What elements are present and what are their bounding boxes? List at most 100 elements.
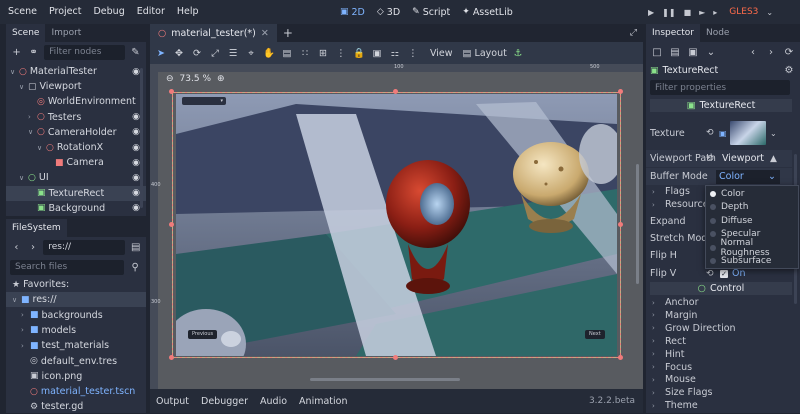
group-flags[interactable]: › Flags	[652, 185, 690, 198]
visibility-icon[interactable]: ◉	[132, 158, 140, 168]
revert-icon[interactable]: ⟲	[706, 128, 714, 138]
tab-audio[interactable]: Audio	[254, 396, 293, 407]
tree-node[interactable]: ∨ ○ CameraHolder ◉	[6, 125, 146, 140]
distraction-free-icon[interactable]: ⤢	[630, 28, 637, 38]
resize-handle[interactable]	[393, 355, 398, 360]
buffer-mode-select[interactable]: Color ⌄	[716, 169, 780, 184]
expand-arrow-icon[interactable]: ∨	[28, 128, 37, 136]
link-icon[interactable]: ⚭	[27, 45, 40, 59]
tab-scene[interactable]: Scene	[6, 24, 46, 42]
tree-node[interactable]: ∨ ○ UI ◉	[6, 170, 146, 185]
group-resource[interactable]: › Resource	[652, 198, 709, 211]
tree-node[interactable]: ∨ ○ RotationX ◉	[6, 140, 146, 155]
workspace-script[interactable]: ✎ Script	[406, 7, 456, 18]
renderer-select[interactable]: GLES3	[729, 7, 758, 17]
group-grow-direction[interactable]: › Grow Direction	[652, 322, 736, 335]
file-item[interactable]: ○ material_tester.tscn	[6, 384, 146, 399]
rotate-tool-icon[interactable]: ⟳	[190, 48, 204, 59]
tree-node[interactable]: ∨ ▢ Viewport	[6, 79, 146, 94]
resize-handle[interactable]	[169, 355, 174, 360]
chevron-down-icon[interactable]: ⌄	[770, 129, 777, 138]
pivot-icon[interactable]: ⌖	[244, 48, 258, 59]
file-item[interactable]: ◎ default_env.tres	[6, 354, 146, 369]
visibility-icon[interactable]: ◉	[132, 112, 140, 122]
expand-arrow-icon[interactable]: ›	[28, 113, 37, 121]
path-field[interactable]: res://	[43, 239, 126, 255]
scale-tool-icon[interactable]: ⤢	[208, 48, 222, 59]
bone-icon[interactable]: ⚏	[388, 48, 402, 59]
group-mouse[interactable]: › Mouse	[652, 373, 696, 386]
pause-icon[interactable]: ❚❚	[662, 8, 675, 17]
split-mode-icon[interactable]: ▤	[129, 240, 142, 254]
vertical-scrollbar[interactable]	[636, 164, 639, 284]
resize-handle[interactable]	[169, 89, 174, 94]
inner-option-button[interactable]: ▾	[182, 97, 226, 105]
play-scene-icon[interactable]: ►	[699, 8, 705, 17]
tab-animation[interactable]: Animation	[293, 396, 353, 407]
group-icon[interactable]: ▣	[370, 48, 384, 59]
visibility-icon[interactable]: ◉	[132, 143, 140, 153]
visibility-icon[interactable]: ◉	[132, 127, 140, 137]
previous-button[interactable]: Previous	[188, 330, 218, 339]
play-icon[interactable]: ▶	[648, 8, 654, 17]
tree-node[interactable]: ∨ ○ MaterialTester ◉	[6, 64, 146, 79]
move-tool-icon[interactable]: ✥	[172, 48, 186, 59]
tab-output[interactable]: Output	[150, 396, 195, 407]
tree-node[interactable]: › ○ Testers ◉	[6, 110, 146, 125]
scene-tab-material-tester[interactable]: ○ material_tester(*) ✕	[150, 24, 277, 42]
object-properties-icon[interactable]: ⚙	[782, 64, 796, 78]
view-menu[interactable]: View	[430, 48, 453, 59]
next-button[interactable]: Next	[585, 330, 605, 339]
history-back-icon[interactable]: ‹	[746, 45, 760, 59]
file-item[interactable]: ▣ icon.png	[6, 369, 146, 384]
resize-handle[interactable]	[618, 222, 623, 227]
pan-tool-icon[interactable]: ✋	[262, 48, 276, 59]
group-theme[interactable]: › Theme	[652, 399, 698, 412]
revert-icon[interactable]: ⟲	[706, 269, 714, 279]
add-node-icon[interactable]: +	[10, 45, 23, 59]
tab-node[interactable]: Node	[700, 24, 736, 42]
resize-handle[interactable]	[618, 89, 623, 94]
layout-menu[interactable]: ▤ Layout	[463, 48, 507, 59]
canvas-viewport[interactable]: 100 500 400 300 ⊖ 73.5 % ⊕ ▾ Previous Ne…	[150, 64, 643, 389]
expand-arrow-icon[interactable]: ∨	[19, 83, 28, 91]
file-item[interactable]: › ■ models	[6, 323, 146, 338]
viewport-path-value[interactable]: Viewport	[722, 153, 764, 164]
option-diffuse[interactable]: Diffuse	[706, 214, 798, 228]
new-tab-icon[interactable]: +	[283, 26, 293, 40]
workspace-3d[interactable]: ◇ 3D	[371, 7, 406, 18]
zoom-in-icon[interactable]: ⊕	[217, 74, 225, 84]
tab-import[interactable]: Import	[45, 24, 87, 42]
menu-editor[interactable]: Editor	[131, 0, 171, 24]
group-anchor[interactable]: › Anchor	[652, 296, 698, 309]
anchor-icon[interactable]: ⚓	[511, 48, 525, 59]
visibility-icon[interactable]: ◉	[132, 173, 140, 183]
texture-preview[interactable]	[730, 121, 766, 145]
tree-node[interactable]: ▣ Background ◉	[6, 201, 146, 216]
group-size-flags[interactable]: › Size Flags	[652, 386, 712, 399]
workspace-2d[interactable]: ▣ 2D	[334, 7, 371, 18]
visibility-icon[interactable]: ◉	[132, 188, 140, 198]
save-resource-icon[interactable]: ▣	[686, 45, 700, 59]
stop-icon[interactable]: ■	[684, 8, 692, 17]
group-focus[interactable]: › Focus	[652, 361, 692, 374]
history-forward-icon[interactable]: ›	[764, 45, 778, 59]
new-resource-icon[interactable]: □	[650, 45, 664, 59]
back-icon[interactable]: ‹	[10, 240, 23, 254]
visibility-icon[interactable]: ◉	[132, 203, 140, 213]
tab-inspector[interactable]: Inspector	[646, 24, 700, 42]
visibility-icon[interactable]: ◉	[132, 67, 140, 77]
filter-nodes-input[interactable]: Filter nodes	[44, 44, 125, 60]
group-hint[interactable]: › Hint	[652, 348, 685, 361]
smart-snap-icon[interactable]: ∷	[298, 48, 312, 59]
expand-arrow-icon[interactable]: ∨	[37, 144, 46, 152]
zoom-out-icon[interactable]: ⊖	[166, 74, 174, 84]
tab-filesystem[interactable]: FileSystem	[6, 219, 67, 237]
search-icon[interactable]: ⚲	[128, 260, 142, 274]
menu-debug[interactable]: Debug	[87, 0, 130, 24]
ruler-tool-icon[interactable]: ▤	[280, 48, 294, 59]
file-item[interactable]: ★ Favorites:	[6, 277, 146, 292]
open-resource-icon[interactable]: ▤	[668, 45, 682, 59]
search-files-input[interactable]: Search files	[10, 259, 125, 275]
workspace-assetlib[interactable]: ✦ AssetLib	[456, 7, 518, 18]
